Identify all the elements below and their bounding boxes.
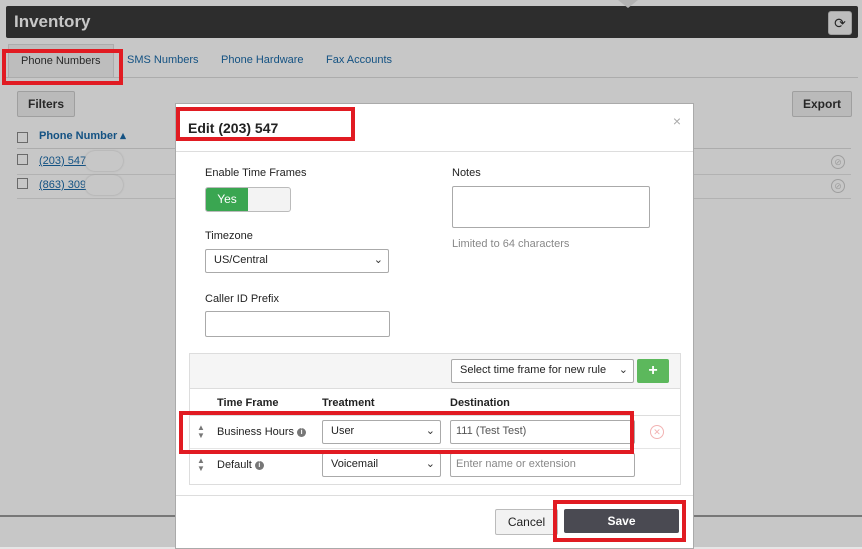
treatment-select[interactable]: Voicemail ⌄ (322, 453, 441, 477)
enable-time-frames-label: Enable Time Frames (205, 167, 307, 179)
timezone-label: Timezone (205, 230, 253, 242)
close-icon[interactable]: × (673, 113, 681, 129)
column-destination: Destination (450, 397, 510, 409)
new-rule-select-value: Select time frame for new rule (460, 364, 607, 376)
chevron-down-icon: ⌄ (618, 364, 628, 376)
drag-handle-icon[interactable]: ▲ ▼ (196, 457, 206, 473)
cancel-button[interactable]: Cancel (495, 509, 558, 535)
info-icon[interactable]: i (254, 461, 264, 470)
dialog-footer-divider (176, 495, 693, 496)
add-rule-button[interactable]: + (637, 359, 669, 383)
destination-input[interactable]: Enter name or extension (450, 453, 635, 477)
timezone-value: US/Central (214, 254, 268, 266)
treatment-value: Voicemail (331, 458, 379, 470)
toggle-on-state: Yes (206, 188, 248, 211)
destination-placeholder: Enter name or extension (456, 458, 576, 470)
highlight-save-button (553, 500, 686, 542)
rule-time-frame: Default i (217, 459, 264, 471)
chevron-down-icon: ⌄ (425, 458, 435, 470)
highlight-dialog-title (176, 107, 355, 141)
column-time-frame: Time Frame (217, 397, 279, 409)
remove-rule-icon[interactable]: ✕ (650, 425, 664, 439)
highlight-business-hours-row (179, 411, 634, 454)
timezone-select[interactable]: US/Central ⌄ (205, 249, 389, 273)
new-rule-time-frame-select[interactable]: Select time frame for new rule ⌄ (451, 359, 634, 383)
rule-time-frame-label: Default (217, 459, 252, 471)
notes-hint: Limited to 64 characters (452, 238, 570, 250)
notes-label: Notes (452, 167, 481, 179)
caller-id-prefix-label: Caller ID Prefix (205, 293, 279, 305)
enable-time-frames-toggle[interactable]: Yes (205, 187, 291, 212)
column-treatment: Treatment (322, 397, 375, 409)
highlight-phone-numbers-tab (2, 49, 123, 85)
caller-id-prefix-input[interactable] (205, 311, 390, 337)
edit-dialog: Edit (203) 547 × Enable Time Frames Yes … (175, 103, 694, 549)
notes-textarea[interactable] (452, 186, 650, 228)
rules-toolbar: Select time frame for new rule ⌄ + (190, 354, 680, 389)
chevron-down-icon: ⌄ (373, 254, 383, 266)
plus-icon: + (648, 362, 658, 379)
dialog-header-divider (176, 151, 693, 152)
